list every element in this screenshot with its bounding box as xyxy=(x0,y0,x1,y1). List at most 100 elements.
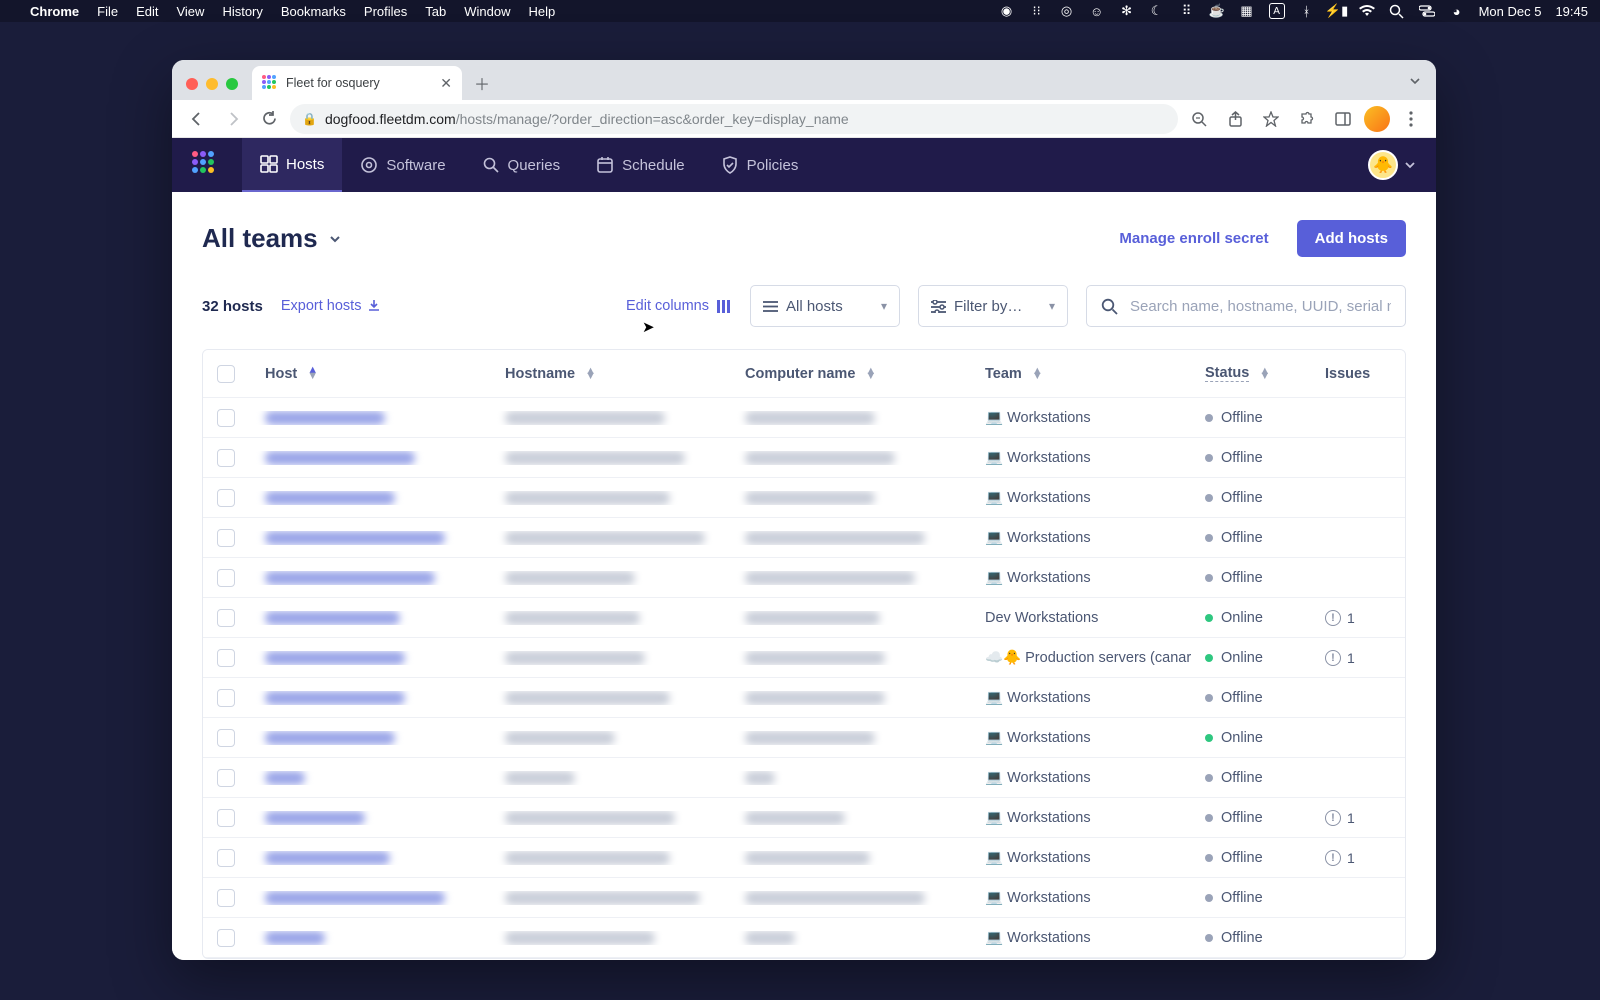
status-icon[interactable]: ◉ xyxy=(999,3,1015,19)
row-checkbox[interactable] xyxy=(217,689,235,707)
row-checkbox[interactable] xyxy=(217,769,235,787)
hosts-filter-dropdown[interactable]: All hosts ▾ xyxy=(750,285,900,327)
column-issues[interactable]: Issues xyxy=(1311,366,1391,382)
menu-profiles[interactable]: Profiles xyxy=(364,4,407,19)
back-button[interactable] xyxy=(182,104,212,134)
host-link[interactable] xyxy=(265,771,305,785)
user-menu[interactable]: 🐥 xyxy=(1368,150,1416,180)
app-name[interactable]: Chrome xyxy=(30,4,79,19)
row-checkbox[interactable] xyxy=(217,649,235,667)
bookmark-icon[interactable] xyxy=(1256,104,1286,134)
sidepanel-icon[interactable] xyxy=(1328,104,1358,134)
status-icon[interactable]: ◎ xyxy=(1059,3,1075,19)
host-link[interactable] xyxy=(265,811,365,825)
table-row[interactable]: 💻 WorkstationsOffline xyxy=(203,878,1405,918)
status-icon[interactable]: ✻ xyxy=(1119,3,1135,19)
table-row[interactable]: 💻 WorkstationsOffline xyxy=(203,758,1405,798)
status-icon[interactable]: ⠿ xyxy=(1179,3,1195,19)
export-hosts-button[interactable]: Export hosts xyxy=(281,298,382,314)
column-computer-name[interactable]: Computer name▲▼ xyxy=(731,366,971,382)
table-row[interactable]: ☁️🐥 Production servers (canar…Online!1 xyxy=(203,638,1405,678)
row-checkbox[interactable] xyxy=(217,449,235,467)
menubar-date[interactable]: Mon Dec 5 xyxy=(1479,4,1542,19)
row-checkbox[interactable] xyxy=(217,409,235,427)
row-checkbox[interactable] xyxy=(217,929,235,947)
host-link[interactable] xyxy=(265,491,395,505)
host-link[interactable] xyxy=(265,651,405,665)
menu-window[interactable]: Window xyxy=(464,4,510,19)
nav-queries[interactable]: Queries xyxy=(464,138,579,192)
status-icon[interactable]: ☕ xyxy=(1209,3,1225,19)
menubar-time[interactable]: 19:45 xyxy=(1555,4,1588,19)
host-link[interactable] xyxy=(265,451,415,465)
host-link[interactable] xyxy=(265,691,405,705)
host-link[interactable] xyxy=(265,931,325,945)
bluetooth-icon[interactable]: ᚼ xyxy=(1299,3,1315,19)
select-all-checkbox[interactable] xyxy=(217,365,235,383)
team-dropdown[interactable]: All teams xyxy=(202,223,342,254)
row-checkbox[interactable] xyxy=(217,809,235,827)
column-hostname[interactable]: Hostname▲▼ xyxy=(491,366,731,382)
row-checkbox[interactable] xyxy=(217,889,235,907)
nav-software[interactable]: Software xyxy=(342,138,463,192)
host-link[interactable] xyxy=(265,411,385,425)
app-logo-icon[interactable] xyxy=(192,151,220,179)
table-row[interactable]: 💻 WorkstationsOffline xyxy=(203,398,1405,438)
share-icon[interactable] xyxy=(1220,104,1250,134)
menu-history[interactable]: History xyxy=(222,4,262,19)
row-checkbox[interactable] xyxy=(217,529,235,547)
menu-edit[interactable]: Edit xyxy=(136,4,158,19)
close-tab-icon[interactable]: ✕ xyxy=(440,75,452,92)
table-row[interactable]: 💻 WorkstationsOffline xyxy=(203,438,1405,478)
row-checkbox[interactable] xyxy=(217,609,235,627)
add-hosts-button[interactable]: Add hosts xyxy=(1297,220,1406,257)
row-checkbox[interactable] xyxy=(217,729,235,747)
minimize-window-icon[interactable] xyxy=(206,78,218,90)
row-checkbox[interactable] xyxy=(217,849,235,867)
menu-view[interactable]: View xyxy=(176,4,204,19)
browser-tab[interactable]: Fleet for osquery ✕ xyxy=(252,66,462,100)
menu-help[interactable]: Help xyxy=(529,4,556,19)
address-bar[interactable]: 🔒 dogfood.fleetdm.com/hosts/manage/?orde… xyxy=(290,104,1178,134)
status-icon[interactable]: ⁝⁝ xyxy=(1029,3,1045,19)
maximize-window-icon[interactable] xyxy=(226,78,238,90)
table-row[interactable]: 💻 WorkstationsOffline xyxy=(203,478,1405,518)
table-row[interactable]: 💻 WorkstationsOffline xyxy=(203,558,1405,598)
profile-avatar[interactable] xyxy=(1364,106,1390,132)
status-icon[interactable]: A xyxy=(1269,3,1285,19)
status-icon[interactable]: ☾ xyxy=(1149,3,1165,19)
control-center-icon[interactable] xyxy=(1419,3,1435,19)
table-row[interactable]: 💻 WorkstationsOffline xyxy=(203,918,1405,958)
menu-file[interactable]: File xyxy=(97,4,118,19)
manage-enroll-secret-button[interactable]: Manage enroll secret xyxy=(1105,222,1282,255)
search-box[interactable] xyxy=(1086,285,1406,327)
filter-by-dropdown[interactable]: Filter by… ▾ xyxy=(918,285,1068,327)
close-window-icon[interactable] xyxy=(186,78,198,90)
chrome-menu-icon[interactable] xyxy=(1396,104,1426,134)
menu-tab[interactable]: Tab xyxy=(425,4,446,19)
nav-schedule[interactable]: Schedule xyxy=(578,138,703,192)
host-link[interactable] xyxy=(265,891,445,905)
host-link[interactable] xyxy=(265,611,400,625)
search-input[interactable] xyxy=(1130,298,1391,315)
status-icon[interactable]: ▦ xyxy=(1239,3,1255,19)
extensions-icon[interactable] xyxy=(1292,104,1322,134)
siri-icon[interactable]: ◕ xyxy=(1449,3,1465,19)
status-icon[interactable]: ☺ xyxy=(1089,3,1105,19)
table-row[interactable]: Dev WorkstationsOnline!1 xyxy=(203,598,1405,638)
nav-policies[interactable]: Policies xyxy=(703,138,817,192)
wifi-icon[interactable] xyxy=(1359,3,1375,19)
zoom-icon[interactable] xyxy=(1184,104,1214,134)
row-checkbox[interactable] xyxy=(217,489,235,507)
search-icon[interactable] xyxy=(1389,3,1405,19)
host-link[interactable] xyxy=(265,531,445,545)
menu-bookmarks[interactable]: Bookmarks xyxy=(281,4,346,19)
table-row[interactable]: 💻 WorkstationsOffline!1 xyxy=(203,798,1405,838)
table-row[interactable]: 💻 WorkstationsOnline xyxy=(203,718,1405,758)
edit-columns-button[interactable]: Edit columns xyxy=(626,298,732,314)
new-tab-button[interactable]: ＋ xyxy=(468,69,496,97)
column-status[interactable]: Status▲▼ xyxy=(1191,365,1311,382)
column-host[interactable]: Host▲▼ xyxy=(251,366,491,382)
row-checkbox[interactable] xyxy=(217,569,235,587)
host-link[interactable] xyxy=(265,571,435,585)
